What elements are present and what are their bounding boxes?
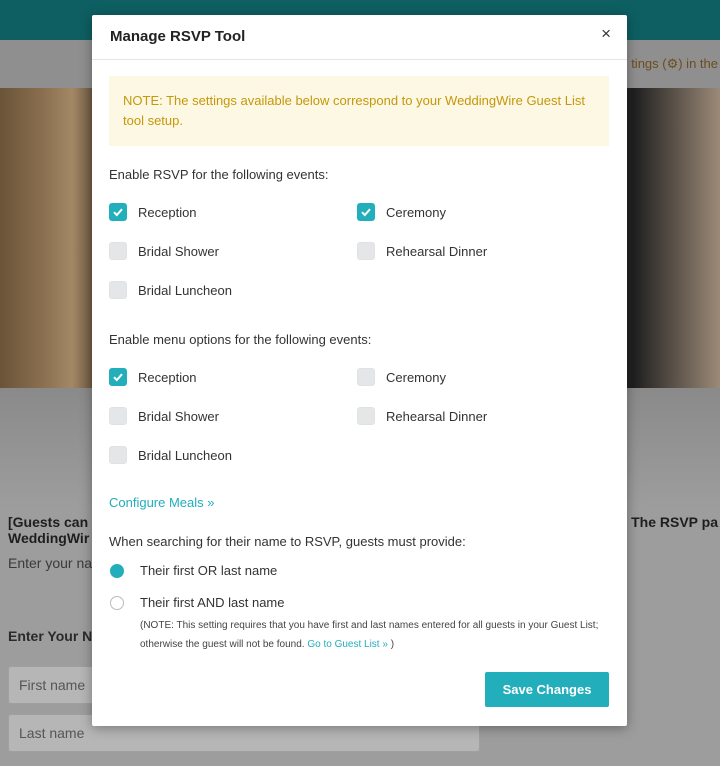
manage-rsvp-modal: Manage RSVP Tool × NOTE: The settings av… <box>92 15 627 726</box>
menu-bridal-shower-label: Bridal Shower <box>138 408 219 424</box>
background-enter-name-heading: Enter Your N <box>8 628 92 644</box>
rsvp-bridal-shower-checkbox[interactable]: Bridal Shower <box>109 241 219 261</box>
background-left-subtext: Enter your na <box>8 555 92 571</box>
checkbox-unchecked-icon[interactable] <box>109 242 127 260</box>
checkbox-unchecked-icon[interactable] <box>357 242 375 260</box>
checkbox-checked-icon[interactable] <box>109 368 127 386</box>
menu-ceremony-label: Ceremony <box>386 369 446 385</box>
rsvp-rehearsal-dinner-label: Rehearsal Dinner <box>386 243 488 259</box>
background-right-heading: The RSVP pa <box>631 514 718 530</box>
checkbox-unchecked-icon[interactable] <box>109 281 127 299</box>
close-icon[interactable]: × <box>601 25 611 43</box>
menu-rehearsal-dinner-label: Rehearsal Dinner <box>386 408 488 424</box>
rsvp-ceremony-checkbox[interactable]: Ceremony <box>357 202 446 222</box>
radio-first-and-last-name[interactable]: Their first AND last name <box>110 595 285 610</box>
checkbox-unchecked-icon[interactable] <box>357 368 375 386</box>
rsvp-reception-label: Reception <box>138 204 197 220</box>
guest-list-note-end: ) <box>390 639 395 650</box>
rsvp-rehearsal-dinner-checkbox[interactable]: Rehearsal Dinner <box>357 241 487 261</box>
menu-bridal-luncheon-label: Bridal Luncheon <box>138 447 232 463</box>
menu-reception-label: Reception <box>138 369 197 385</box>
menu-rehearsal-dinner-checkbox[interactable]: Rehearsal Dinner <box>357 406 487 426</box>
background-left-heading-line2: WeddingWir <box>8 530 90 546</box>
guest-list-note: (NOTE: This setting requires that you ha… <box>140 616 606 654</box>
radio-unselected-icon[interactable] <box>110 595 124 610</box>
rsvp-section-label: Enable RSVP for the following events: <box>109 167 329 182</box>
menu-bridal-shower-checkbox[interactable]: Bridal Shower <box>109 406 219 426</box>
background-left-heading: [Guests can WeddingWir <box>8 514 92 546</box>
configure-meals-link[interactable]: Configure Meals » <box>109 495 215 510</box>
checkbox-unchecked-icon[interactable] <box>109 407 127 425</box>
radio-first-or-last-label: Their first OR last name <box>140 563 278 578</box>
modal-title: Manage RSVP Tool <box>110 28 246 45</box>
modal-header: Manage RSVP Tool × <box>92 15 627 60</box>
rsvp-ceremony-label: Ceremony <box>386 204 446 220</box>
background-notice-text: tings (⚙) in the <box>631 56 718 71</box>
radio-selected-icon[interactable] <box>110 563 124 578</box>
rsvp-bridal-luncheon-label: Bridal Luncheon <box>138 282 232 298</box>
go-to-guest-list-link[interactable]: Go to Guest List » <box>307 639 388 650</box>
first-name-placeholder: First name <box>19 677 86 693</box>
last-name-placeholder: Last name <box>19 725 85 741</box>
menu-reception-checkbox[interactable]: Reception <box>109 367 197 387</box>
rsvp-bridal-shower-label: Bridal Shower <box>138 243 219 259</box>
rsvp-reception-checkbox[interactable]: Reception <box>109 202 197 222</box>
setup-note: NOTE: The settings available below corre… <box>109 76 609 146</box>
checkbox-unchecked-icon[interactable] <box>357 407 375 425</box>
menu-ceremony-checkbox[interactable]: Ceremony <box>357 367 446 387</box>
radio-first-and-last-label: Their first AND last name <box>140 595 285 610</box>
checkbox-checked-icon[interactable] <box>357 203 375 221</box>
checkbox-unchecked-icon[interactable] <box>109 446 127 464</box>
rsvp-bridal-luncheon-checkbox[interactable]: Bridal Luncheon <box>109 280 232 300</box>
menu-bridal-luncheon-checkbox[interactable]: Bridal Luncheon <box>109 445 232 465</box>
radio-first-or-last-name[interactable]: Their first OR last name <box>110 563 277 578</box>
save-changes-button[interactable]: Save Changes <box>485 672 609 707</box>
background-left-heading-line1: [Guests can <box>8 514 89 530</box>
menu-section-label: Enable menu options for the following ev… <box>109 332 372 347</box>
checkbox-checked-icon[interactable] <box>109 203 127 221</box>
search-section-label: When searching for their name to RSVP, g… <box>109 534 466 549</box>
